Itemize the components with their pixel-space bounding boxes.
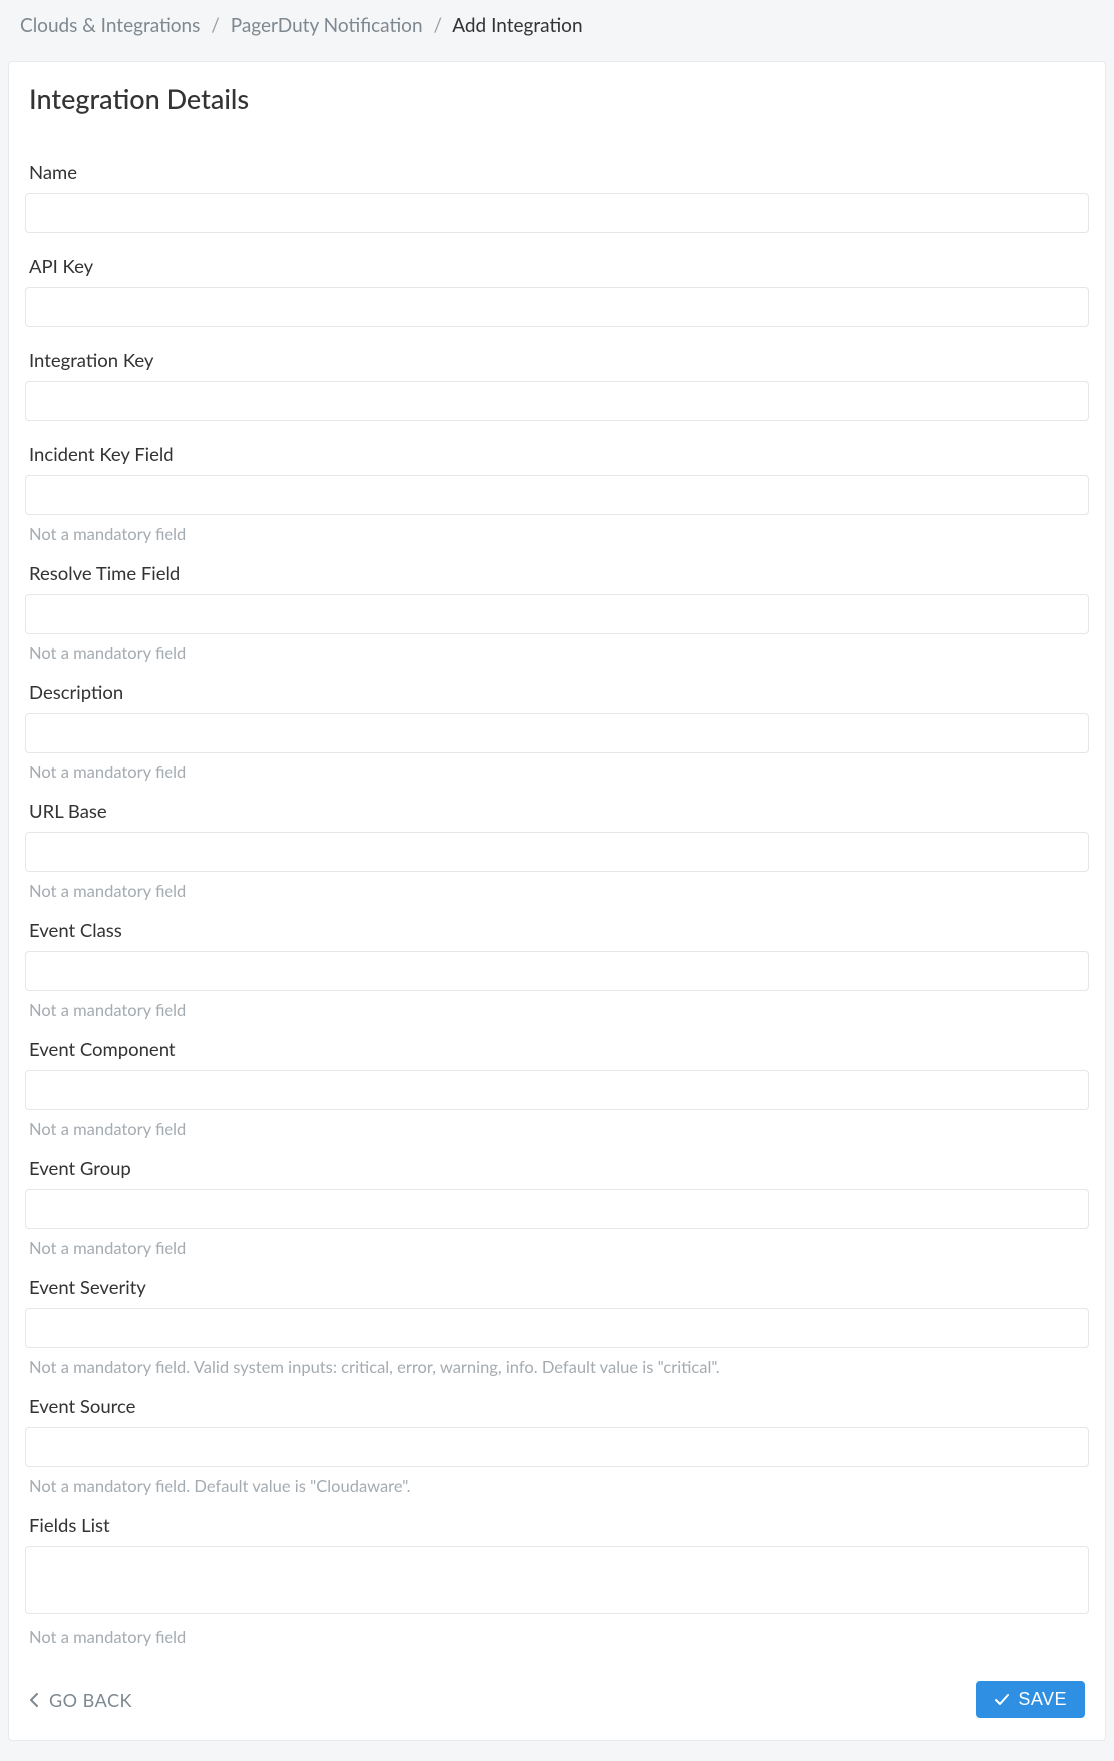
event-component-label: Event Component [25, 1038, 1089, 1070]
check-icon [994, 1693, 1010, 1707]
resolve-time-field-input[interactable] [25, 594, 1089, 634]
fields-list-helper: Not a mandatory field [25, 1618, 1089, 1655]
event-class-label: Event Class [25, 919, 1089, 951]
go-back-label: GO BACK [49, 1689, 132, 1711]
go-back-button[interactable]: GO BACK [29, 1689, 132, 1711]
resolve-time-field-label: Resolve Time Field [25, 562, 1089, 594]
breadcrumb-item-clouds-integrations[interactable]: Clouds & Integrations [20, 14, 200, 37]
integration-key-label: Integration Key [25, 349, 1089, 381]
url-base-helper: Not a mandatory field [25, 872, 1089, 909]
event-source-input[interactable] [25, 1427, 1089, 1467]
breadcrumb-current: Add Integration [452, 14, 582, 37]
breadcrumb-separator: / [211, 14, 220, 37]
breadcrumb-item-pagerduty-notification[interactable]: PagerDuty Notification [231, 14, 423, 37]
save-label: SAVE [1018, 1689, 1067, 1710]
url-base-label: URL Base [25, 800, 1089, 832]
description-label: Description [25, 681, 1089, 713]
incident-key-field-helper: Not a mandatory field [25, 515, 1089, 552]
event-severity-helper: Not a mandatory field. Valid system inpu… [25, 1348, 1089, 1385]
save-button[interactable]: SAVE [976, 1681, 1085, 1718]
incident-key-field-label: Incident Key Field [25, 443, 1089, 475]
event-source-helper: Not a mandatory field. Default value is … [25, 1467, 1089, 1504]
event-class-helper: Not a mandatory field [25, 991, 1089, 1028]
description-input[interactable] [25, 713, 1089, 753]
name-input[interactable] [25, 193, 1089, 233]
name-label: Name [25, 161, 1089, 193]
page-title: Integration Details [29, 82, 1089, 115]
resolve-time-field-helper: Not a mandatory field [25, 634, 1089, 671]
api-key-label: API Key [25, 255, 1089, 287]
event-severity-label: Event Severity [25, 1276, 1089, 1308]
integration-details-card: Integration Details Name API Key Integra… [8, 61, 1106, 1741]
breadcrumb: Clouds & Integrations / PagerDuty Notifi… [0, 0, 1114, 61]
event-group-input[interactable] [25, 1189, 1089, 1229]
event-component-helper: Not a mandatory field [25, 1110, 1089, 1147]
fields-list-label: Fields List [25, 1514, 1089, 1546]
event-group-label: Event Group [25, 1157, 1089, 1189]
event-class-input[interactable] [25, 951, 1089, 991]
chevron-left-icon [29, 1692, 39, 1708]
incident-key-field-input[interactable] [25, 475, 1089, 515]
api-key-input[interactable] [25, 287, 1089, 327]
event-group-helper: Not a mandatory field [25, 1229, 1089, 1266]
event-severity-input[interactable] [25, 1308, 1089, 1348]
event-source-label: Event Source [25, 1395, 1089, 1427]
integration-key-input[interactable] [25, 381, 1089, 421]
event-component-input[interactable] [25, 1070, 1089, 1110]
url-base-input[interactable] [25, 832, 1089, 872]
breadcrumb-separator: / [433, 14, 442, 37]
fields-list-input[interactable] [25, 1546, 1089, 1614]
description-helper: Not a mandatory field [25, 753, 1089, 790]
